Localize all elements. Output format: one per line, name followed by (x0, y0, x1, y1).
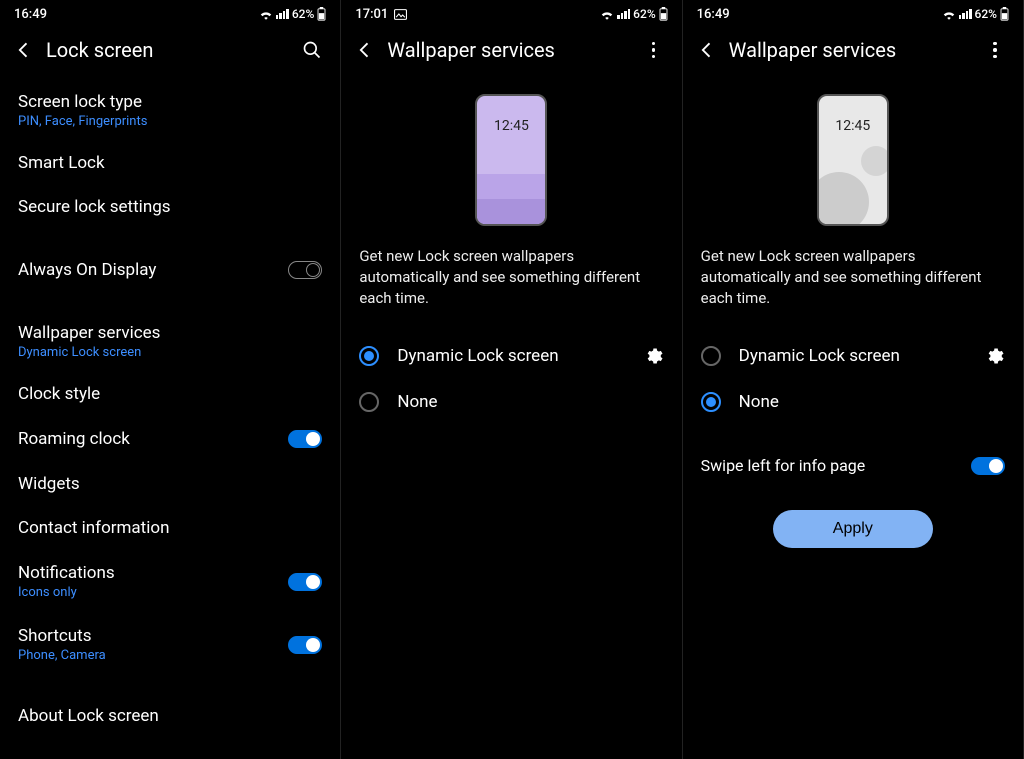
item-roaming-clock[interactable]: Roaming clock (18, 416, 322, 462)
battery-icon (317, 7, 326, 21)
item-widgets[interactable]: Widgets (18, 462, 322, 506)
preview-clock: 12:45 (819, 118, 887, 134)
item-smart-lock[interactable]: Smart Lock (18, 141, 322, 185)
option-dynamic[interactable]: Dynamic Lock screen (701, 333, 1005, 379)
header: Wallpaper services (683, 24, 1023, 80)
toggle-notifications[interactable] (288, 573, 322, 591)
battery-icon (1000, 7, 1009, 21)
wifi-icon (942, 9, 956, 20)
dynamic-settings-button[interactable] (642, 346, 664, 366)
status-clock: 16:49 (697, 7, 730, 22)
item-notifications[interactable]: Notifications Icons only (18, 550, 322, 613)
more-icon (652, 42, 656, 59)
search-icon (302, 40, 322, 60)
header: Lock screen (0, 24, 340, 80)
page-title: Wallpaper services (387, 38, 631, 62)
status-bar: 17:01 62% (341, 0, 681, 24)
toggle-swipe-info[interactable] (971, 457, 1005, 475)
preview-phone: 12:45 (817, 94, 889, 226)
wifi-icon (259, 9, 273, 20)
item-about-lock-screen[interactable]: About Lock screen (18, 694, 322, 738)
back-button[interactable] (12, 40, 36, 60)
panel-wallpaper-dynamic: 17:01 62% Wallpaper services 12:45 Get n… (341, 0, 682, 759)
status-clock: 16:49 (14, 7, 47, 22)
item-clock-style[interactable]: Clock style (18, 372, 322, 416)
item-screen-lock-type[interactable]: Screen lock type PIN, Face, Fingerprints (18, 80, 322, 141)
toggle-aod[interactable] (288, 261, 322, 279)
option-dynamic[interactable]: Dynamic Lock screen (359, 333, 663, 379)
option-none[interactable]: None (701, 379, 1005, 425)
more-icon (993, 42, 997, 59)
preview-clock: 12:45 (477, 118, 545, 134)
item-subtitle: PIN, Face, Fingerprints (18, 114, 322, 129)
battery-icon (659, 7, 668, 21)
radio-dynamic[interactable] (359, 346, 379, 366)
media-icon (394, 9, 407, 20)
item-shortcuts[interactable]: Shortcuts Phone, Camera (18, 613, 322, 676)
option-none[interactable]: None (359, 379, 663, 425)
page-title: Lock screen (46, 38, 290, 62)
more-button[interactable] (642, 42, 666, 59)
battery-text: 62% (292, 7, 314, 21)
item-always-on-display[interactable]: Always On Display (18, 247, 322, 293)
battery-text: 62% (633, 7, 655, 21)
radio-none[interactable] (701, 392, 721, 412)
page-title: Wallpaper services (729, 38, 973, 62)
item-contact-info[interactable]: Contact information (18, 506, 322, 550)
panel-lock-screen: 16:49 62% Lock screen Screen lock type P… (0, 0, 341, 759)
signal-icon (617, 9, 630, 19)
toggle-shortcuts[interactable] (288, 636, 322, 654)
more-button[interactable] (983, 42, 1007, 59)
gear-icon (984, 346, 1004, 366)
description: Get new Lock screen wallpapers automatic… (359, 246, 663, 333)
gear-icon (643, 346, 663, 366)
item-secure-lock-settings[interactable]: Secure lock settings (18, 185, 322, 229)
dynamic-settings-button[interactable] (983, 346, 1005, 366)
item-wallpaper-services[interactable]: Wallpaper services Dynamic Lock screen (18, 311, 322, 372)
status-clock: 17:01 (355, 7, 388, 22)
header: Wallpaper services (341, 24, 681, 80)
item-label: Screen lock type (18, 92, 322, 112)
radio-dynamic[interactable] (701, 346, 721, 366)
back-button[interactable] (353, 40, 377, 60)
preview-phone: 12:45 (475, 94, 547, 226)
status-bar: 16:49 62% (683, 0, 1023, 24)
search-button[interactable] (300, 40, 324, 60)
signal-icon (276, 9, 289, 19)
apply-button[interactable]: Apply (773, 510, 933, 548)
signal-icon (959, 9, 972, 19)
wifi-icon (600, 9, 614, 20)
description: Get new Lock screen wallpapers automatic… (701, 246, 1005, 333)
battery-text: 62% (975, 7, 997, 21)
radio-none[interactable] (359, 392, 379, 412)
panel-wallpaper-none: 16:49 62% Wallpaper services 12:45 Get n… (683, 0, 1024, 759)
item-swipe-info[interactable]: Swipe left for info page (701, 443, 1005, 488)
status-bar: 16:49 62% (0, 0, 340, 24)
toggle-roaming-clock[interactable] (288, 430, 322, 448)
back-button[interactable] (695, 40, 719, 60)
